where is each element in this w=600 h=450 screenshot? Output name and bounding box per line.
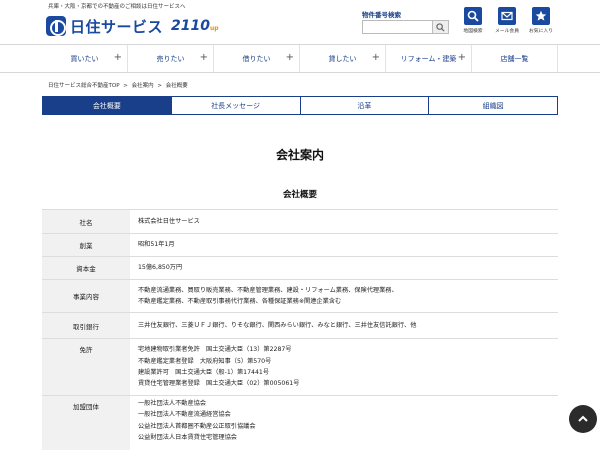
magnifier-icon [467,10,479,22]
section-title: 会社概要 [282,190,317,200]
tab-president-message[interactable]: 社長メッセージ [171,97,301,114]
logo-sub: 2110up [171,18,219,34]
row-value: 一般社団法人不動産協会 一般社団法人不動産流通経営協会 公益社団法人首都圏不動産… [138,400,256,441]
nav-item-buy[interactable]: 買いたい + [42,45,128,72]
row-label: 免許 [42,339,130,395]
row-label: 創業 [42,234,130,256]
search-button[interactable] [432,20,449,34]
star-icon [535,10,547,21]
row-label: 加盟団体 [42,396,130,450]
mail-member-button[interactable]: メール会員 [491,7,523,34]
search-label: 物件番号検索 [362,11,401,19]
row-value: 昭和51年1月 [138,241,175,249]
row-value: 株式会社日住サービス [138,217,200,225]
favorites-button[interactable]: お気に入り [525,7,557,34]
search-icon [436,22,445,32]
row-label: 取引銀行 [42,313,130,338]
table-row: 取引銀行 三井住友銀行、三菱ＵＦＪ銀行、りそな銀行、関西みらい銀行、みなと銀行、… [42,313,558,339]
company-info-table: 社名 株式会社日住サービス 創業 昭和51年1月 資本金 15億6,850万円 … [42,209,558,450]
header-tagline: 兵庫・大阪・京都での不動産のご相談は日住サービスへ [48,4,186,10]
breadcrumb-link-company[interactable]: 会社案内 [132,83,154,89]
favorites-label: お気に入り [529,29,553,34]
row-value: 不動産流通業務、買取り販売業務、不動産管理業務、建設・リフォーム業務、保険代理業… [138,286,398,305]
breadcrumb-link-top[interactable]: 日住サービス総合不動産TOP [48,83,120,89]
table-row: 創業 昭和51年1月 [42,234,558,257]
row-value: 三井住友銀行、三菱ＵＦＪ銀行、りそな銀行、関西みらい銀行、みなと銀行、三井住友信… [138,321,417,329]
table-row: 社名 株式会社日住サービス [42,210,558,234]
row-label: 事業内容 [42,280,130,312]
table-row: 事業内容 不動産流通業務、買取り販売業務、不動産管理業務、建設・リフォーム業務、… [42,280,558,313]
plus-icon: + [199,52,208,63]
tab-history[interactable]: 沿革 [300,97,430,114]
nav-item-stores[interactable]: 店舗一覧 [472,45,558,72]
nav-item-sell[interactable]: 売りたい + [128,45,214,72]
property-number-input[interactable] [362,20,432,34]
sub-tabs: 会社概要 社長メッセージ 沿革 組織図 [42,96,558,115]
plus-icon: + [457,52,466,63]
map-search-label: 地図検索 [463,29,483,34]
back-to-top-button[interactable] [569,405,597,433]
row-value: 宅地建物取引業者免許 国土交通大臣（13）第2287号 不動産鑑定業者登録 大阪… [138,346,300,388]
tab-org-chart[interactable]: 組織図 [429,97,557,114]
table-row: 加盟団体 一般社団法人不動産協会 一般社団法人不動産流通経営協会 公益社団法人首… [42,396,558,450]
chevron-up-icon [578,415,588,422]
row-value: 15億6,850万円 [138,264,183,272]
row-label: 資本金 [42,257,130,279]
row-label: 社名 [42,210,130,233]
nav-item-reform[interactable]: リフォーム・建築 + [386,45,472,72]
page-title: 会社案内 [275,148,324,162]
table-row: 資本金 15億6,850万円 [42,257,558,280]
map-search-button[interactable]: 地図検索 [457,7,489,34]
global-nav: 買いたい + 売りたい + 借りたい + 貸したい + リフォーム・建築 + 店舗一覧 [0,44,600,73]
table-row: 免許 宅地建物取引業者免許 国土交通大臣（13）第2287号 不動産鑑定業者登録… [42,339,558,396]
nav-item-rent[interactable]: 借りたい + [214,45,300,72]
nav-item-lease[interactable]: 貸したい + [300,45,386,72]
plus-icon: + [285,52,294,63]
tab-company-overview[interactable]: 会社概要 [43,97,172,114]
breadcrumb: 日住サービス総合不動産TOP > 会社案内 > 会社概要 [48,83,188,89]
mail-icon [501,11,513,21]
logo-text: 日住サービス [70,17,164,36]
breadcrumb-current: 会社概要 [165,83,188,89]
plus-icon: + [371,52,380,63]
site-logo[interactable]: 日住サービス 2110up [46,15,219,37]
logo-mark-icon [46,16,66,36]
plus-icon: + [113,52,122,63]
mail-member-label: メール会員 [495,29,519,34]
